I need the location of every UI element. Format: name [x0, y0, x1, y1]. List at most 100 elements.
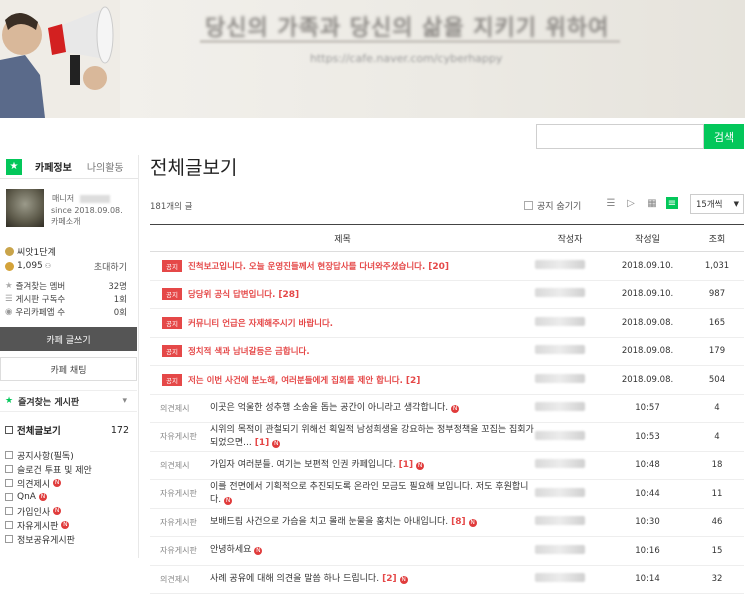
- post-title[interactable]: 가입자 여러분들. 여기는 보편적 인권 카페입니다.: [210, 460, 396, 470]
- author-name[interactable]: [535, 345, 585, 355]
- play-view-icon[interactable]: ▷: [625, 197, 637, 209]
- author-name[interactable]: [535, 430, 585, 440]
- checkbox-icon[interactable]: [524, 201, 533, 210]
- search-button[interactable]: 검색: [704, 124, 744, 149]
- post-category[interactable]: 의견제시: [150, 565, 210, 594]
- author-name[interactable]: [535, 373, 585, 383]
- since-text: since 2018.09.08.: [51, 206, 123, 215]
- post-row[interactable]: 자유게시판 이를 전면에서 기획적으로 추진되도록 온라인 모금도 필요해 보입…: [150, 479, 744, 509]
- author-name[interactable]: [535, 316, 585, 326]
- board-view-icon[interactable]: ≡: [666, 197, 678, 209]
- board-item[interactable]: 공지사항(필독): [5, 449, 74, 462]
- view-count: 165: [690, 308, 744, 338]
- author-name[interactable]: [535, 487, 585, 497]
- post-title[interactable]: 이곳은 억울한 성추행 소송을 돕는 공간이 아니라고 생각합니다.: [210, 403, 448, 413]
- page-title: 전체글보기: [150, 157, 238, 179]
- comment-count[interactable]: [20]: [428, 262, 449, 272]
- manager-avatar[interactable]: [6, 189, 44, 227]
- comment-count[interactable]: [1]: [399, 460, 414, 470]
- post-category[interactable]: 의견제시: [150, 394, 210, 423]
- tab-cafe-info[interactable]: 카페정보: [35, 159, 72, 174]
- invite-link[interactable]: 초대하기: [94, 260, 127, 273]
- board-item[interactable]: 정보공유게시판: [5, 533, 75, 546]
- comment-count[interactable]: [2]: [382, 574, 397, 584]
- notice-title[interactable]: 저는 이번 사건에 분노해, 여러분들에게 집회를 제안 합니다.: [188, 376, 403, 386]
- post-row[interactable]: 의견제시 이곳은 억울한 성추행 소송을 돕는 공간이 아니라고 생각합니다. N…: [150, 394, 744, 423]
- stat-board-subs[interactable]: ☰ 게시판 구독수 1회: [5, 292, 133, 305]
- new-badge-icon: N: [61, 521, 70, 529]
- view-count: 504: [690, 365, 744, 395]
- notice-tag: 공지: [162, 288, 182, 301]
- stat-app-count[interactable]: ◉ 우리카페앱 수 0회: [5, 305, 133, 318]
- post-row[interactable]: 자유게시판 보배드림 사건으로 가슴을 치고 몰래 눈물을 훔치는 아내입니다.…: [150, 508, 744, 537]
- post-row[interactable]: 의견제시 사례 공유에 대해 의견을 말씀 하나 드립니다. [2] N 10:14…: [150, 565, 744, 594]
- board-item[interactable]: 슬로건 투표 및 제안: [5, 463, 92, 476]
- col-title: 제목: [150, 224, 535, 252]
- hide-notice-toggle[interactable]: 공지 숨기기: [524, 199, 581, 212]
- author-name[interactable]: [535, 259, 585, 269]
- cafe-intro-link[interactable]: 카페소개: [51, 216, 80, 227]
- level-row: 씨앗1단계: [5, 245, 56, 258]
- notice-row[interactable]: 공지 커뮤니티 언급은 자제해주시기 바랍니다. 2018.09.08. 165: [150, 308, 744, 338]
- notice-title[interactable]: 진척보고입니다. 오늘 운영진들께서 현장답사를 다녀와주셨습니다.: [188, 262, 425, 272]
- board-item-label: 슬로건 투표 및 제안: [17, 465, 92, 476]
- post-category[interactable]: 자유게시판: [150, 508, 210, 537]
- author-name[interactable]: [535, 516, 585, 526]
- caret-down-icon: ▼: [733, 200, 739, 208]
- author-name[interactable]: [535, 459, 585, 469]
- grid-view-icon[interactable]: ▦: [646, 197, 658, 209]
- table-header: 제목 작성자 작성일 조회: [150, 224, 744, 252]
- page-size-select[interactable]: 15개씩 ▼: [690, 194, 744, 214]
- post-category[interactable]: 의견제시: [150, 451, 210, 480]
- notice-row[interactable]: 공지 당당위 공식 답변입니다. [28] 2018.09.10. 987: [150, 280, 744, 309]
- post-date: 10:44: [605, 479, 690, 509]
- post-row[interactable]: 자유게시판 안녕하세요 N 10:16 15: [150, 536, 744, 566]
- post-title[interactable]: 안녕하세요: [210, 545, 251, 555]
- post-title[interactable]: 보배드림 사건으로 가슴을 치고 몰래 눈물을 훔치는 아내입니다.: [210, 517, 448, 527]
- board-item-label: 자유게시판: [17, 521, 59, 532]
- view-count: 987: [690, 280, 744, 309]
- board-item[interactable]: 가입인사 N: [5, 505, 62, 518]
- notice-row[interactable]: 공지 정치적 색과 남녀갈등은 금합니다. 2018.09.08. 179: [150, 337, 744, 366]
- manager-name-blurred: [80, 194, 111, 203]
- board-all-link[interactable]: 전체글보기 172: [0, 423, 137, 437]
- caret-down-icon[interactable]: ▾: [122, 396, 127, 406]
- post-title[interactable]: 사례 공유에 대해 의견을 말씀 하나 드립니다.: [210, 574, 379, 584]
- comment-count[interactable]: [8]: [451, 517, 466, 527]
- sidebar-tabs: ★ 카페정보 나의활동: [0, 155, 138, 179]
- post-category[interactable]: 자유게시판: [150, 422, 210, 452]
- post-title[interactable]: 이를 전면에서 기획적으로 추진되도록 온라인 모금도 필요해 보입니다. 저도…: [210, 482, 528, 505]
- comment-count[interactable]: [2]: [406, 376, 421, 386]
- board-item[interactable]: QnA N: [5, 491, 47, 503]
- member-count[interactable]: 1,095: [17, 261, 43, 271]
- post-date: 2018.09.10.: [605, 280, 690, 309]
- cafe-write-button[interactable]: 카페 글쓰기: [0, 327, 137, 351]
- post-row[interactable]: 의견제시 가입자 여러분들. 여기는 보편적 인권 카페입니다. [1] N 10:…: [150, 451, 744, 480]
- cafe-chat-button[interactable]: 카페 채팅: [0, 357, 137, 381]
- author-name[interactable]: [535, 544, 585, 554]
- author-name[interactable]: [535, 288, 585, 298]
- board-all-count: 172: [110, 424, 129, 436]
- post-category[interactable]: 자유게시판: [150, 479, 210, 509]
- notice-title[interactable]: 당당위 공식 답변입니다.: [188, 290, 275, 300]
- post-date: 2018.09.08.: [605, 337, 690, 366]
- author-name[interactable]: [535, 402, 585, 412]
- comment-count[interactable]: [28]: [278, 290, 299, 300]
- post-row[interactable]: 자유게시판 시위의 목적이 관철되기 위해선 획일적 남성희생을 강요하는 정부…: [150, 422, 744, 452]
- fav-boards-header[interactable]: ★ 즐겨찾는 게시판 ▾: [0, 390, 137, 412]
- notice-title[interactable]: 정치적 색과 남녀갈등은 금합니다.: [188, 347, 310, 357]
- stat-fav-members[interactable]: ★ 즐겨찾는 멤버 32명: [5, 279, 133, 292]
- comment-count[interactable]: [1]: [255, 438, 270, 448]
- post-category[interactable]: 자유게시판: [150, 536, 210, 566]
- search-input[interactable]: [536, 124, 704, 149]
- notice-row[interactable]: 공지 진척보고입니다. 오늘 운영진들께서 현장답사를 다녀와주셨습니다. [20]…: [150, 251, 744, 281]
- board-item[interactable]: 자유게시판 N: [5, 519, 70, 532]
- notice-title[interactable]: 커뮤니티 언급은 자제해주시기 바랍니다.: [188, 319, 333, 329]
- tab-my-activity[interactable]: 나의활동: [87, 159, 124, 174]
- notice-row[interactable]: 공지 저는 이번 사건에 분노해, 여러분들에게 집회를 제안 합니다. [2] 2…: [150, 365, 744, 395]
- cafe-banner[interactable]: 당신의 가족과 당신의 삶을 지키기 위하여 https://cafe.nave…: [0, 0, 745, 118]
- author-name[interactable]: [535, 573, 585, 583]
- view-count: 46: [690, 508, 744, 537]
- list-view-icon[interactable]: ☰: [605, 197, 617, 209]
- board-item[interactable]: 의견제시 N: [5, 477, 62, 490]
